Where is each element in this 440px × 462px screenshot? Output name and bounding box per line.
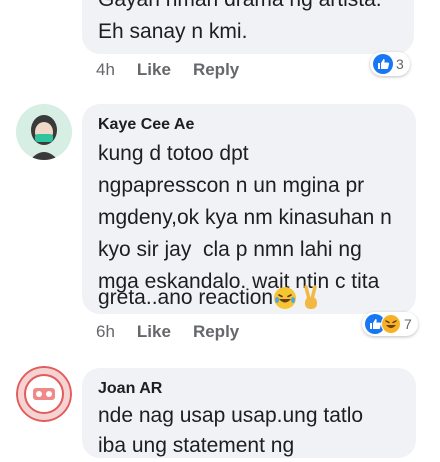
reaction-count: 3 (396, 56, 404, 72)
comment-text-line: kung d totoo dpt (98, 142, 249, 165)
victory-hand-emoji (304, 285, 318, 309)
avatar[interactable] (16, 366, 72, 422)
comment-actions: 4h Like Reply (96, 60, 239, 80)
like-button[interactable]: Like (137, 60, 171, 80)
like-button[interactable]: Like (137, 322, 171, 342)
reaction-count: 7 (404, 316, 412, 332)
comment-timestamp[interactable]: 6h (96, 322, 115, 342)
reaction-summary[interactable]: 3 (370, 52, 410, 76)
comment-author[interactable]: Joan AR (98, 380, 162, 398)
comment-text-line: kyo sir jay cla p nmn lahi ng (98, 238, 362, 261)
comment-timestamp[interactable]: 4h (96, 60, 115, 80)
laughing-tears-emoji (274, 287, 297, 309)
reply-button[interactable]: Reply (193, 322, 239, 342)
comment-text-line: Gayan nman drama ng artista. (98, 0, 382, 16)
comment-actions: 6h Like Reply (96, 322, 239, 342)
comment-text-line: mgdeny,ok kya nm kinasuhan n (98, 206, 392, 229)
comment-author[interactable]: Kaye Cee Ae (98, 116, 194, 134)
like-icon (373, 54, 393, 74)
comment-bubble: Gayan nman drama ng artista. Eh sanay n … (82, 0, 414, 54)
comment-text-line: nde nag usap usap.ung tatlo (98, 404, 364, 427)
avatar-image (16, 366, 72, 422)
comment-text-line: iba ung statement ng (98, 434, 295, 457)
avatar[interactable] (16, 104, 72, 160)
comment-bubble: Kaye Cee Ae kung d totoo dpt ngpapressco… (82, 104, 416, 314)
avatar-image (16, 104, 72, 160)
comment-bubble: Joan AR nde nag usap usap.ung tatlo iba … (82, 368, 416, 458)
comment-text-line: ngpapresscon n un mgina pr (98, 174, 365, 197)
comment-text-line: Eh sanay n kmi. (98, 20, 248, 43)
haha-icon (381, 314, 401, 334)
reply-button[interactable]: Reply (193, 60, 239, 80)
reaction-summary[interactable]: 7 (362, 312, 418, 336)
comment-text-line: greta..ano reaction (98, 286, 274, 309)
comment-last-line: greta..ano reaction (98, 282, 321, 314)
